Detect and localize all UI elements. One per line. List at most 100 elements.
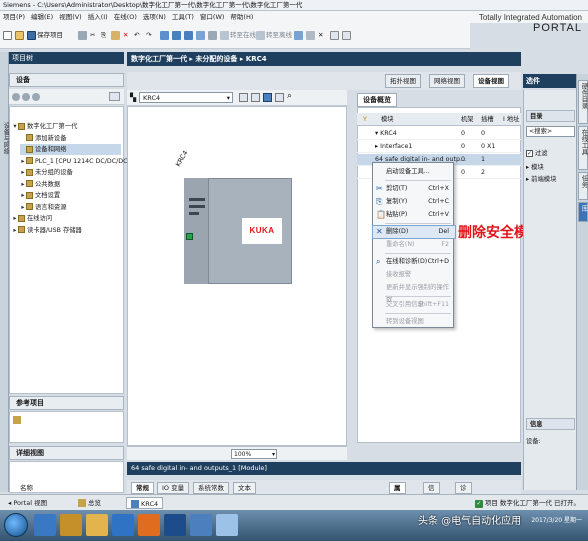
filter-checkbox[interactable]: ✓ 过滤 [526,148,575,157]
stop-icon[interactable] [208,29,218,41]
app-icon[interactable] [190,514,212,536]
device-select[interactable]: KRC4 ▾ [139,92,233,103]
menu-item[interactable]: 编辑(E) [31,13,53,21]
tree-node[interactable]: ▸ 公共数据 [20,179,121,190]
tree-node[interactable]: ▸ PLC_1 [CPU 1214C DC/DC/DC] [20,156,130,167]
menu-item[interactable]: 在线(O) [114,13,137,21]
taskbar-clock[interactable]: 2017/3/20 星期一 [531,516,582,525]
explorer-icon[interactable] [86,514,108,536]
context-menu-item[interactable]: ⌕ 在线和诊断(D) Ctrl+D [373,256,455,268]
tree-node[interactable]: ▾ 数字化工厂第一代 [12,121,121,132]
menu-item[interactable]: 视图(V) [59,13,82,21]
context-menu-item[interactable]: ⎘ 复制(Y) Ctrl+C [373,196,455,208]
info-header[interactable]: 信息 [526,418,575,430]
compile-icon[interactable] [160,29,170,41]
app-icon[interactable] [138,514,160,536]
tab-texts[interactable]: 文本 [233,482,256,494]
catalog-search-input[interactable]: <搜索> [526,126,575,137]
show-module-labels-icon[interactable] [263,93,272,102]
split-vertical-icon[interactable] [342,29,352,41]
catalog-item-module[interactable]: ▸ 模块 [526,162,575,171]
menu-item[interactable]: 项目(P) [3,13,25,21]
overview-row[interactable]: ▸ Interface1 0 0 X1 [357,141,521,153]
side-tab-hardware-catalog[interactable]: 硬件目录 [578,80,588,124]
zoom-select[interactable]: 100% ▾ [231,449,277,459]
ie-icon[interactable] [34,514,56,536]
menu-item[interactable]: 选项(N) [143,13,166,21]
tree-node[interactable]: ▸ 读卡器/USB 存储器 [12,225,121,236]
redo-icon[interactable]: ↷ [146,29,151,41]
upload-icon[interactable] [184,29,194,41]
tia-portal-icon[interactable] [164,514,186,536]
context-menu-item[interactable]: ✂ 剪切(T) Ctrl+X [373,183,455,195]
go-offline-button[interactable]: 转至离线 [256,29,292,41]
catalog-header[interactable]: 目录 [526,110,575,122]
cut-icon[interactable]: ✂ [90,29,95,41]
tree-node[interactable]: ▸ 在线访问 [12,213,121,224]
go-online-button[interactable]: 转至在线 [220,29,256,41]
app-icon[interactable] [112,514,134,536]
app-icon[interactable] [60,514,82,536]
catalog-item-front[interactable]: ▸ 前端模块 [526,174,575,183]
new-project-icon[interactable] [3,29,13,41]
tab-diagnostics[interactable]: 诊断 [455,482,472,503]
tree-node[interactable]: ▸ 语言和资源 [20,202,121,213]
forward-icon[interactable] [22,93,30,101]
devices-tab[interactable]: 设备 [9,73,124,87]
open-editor-krc4[interactable]: KRC4 [126,497,164,509]
side-tab-libraries[interactable]: 库 [578,202,588,222]
download-icon[interactable] [172,29,182,41]
menu-item[interactable]: 工具(T) [172,13,194,21]
col-slot[interactable]: 插槽 [481,113,494,126]
properties-icon[interactable] [239,93,248,102]
show-page-breaks-icon[interactable] [275,93,284,102]
copy-icon[interactable]: ⎘ [101,29,106,41]
menu-item[interactable]: 帮助(H) [230,13,253,21]
context-menu-item[interactable]: 📋 粘贴(P) Ctrl+V [373,209,455,221]
profinet-port[interactable] [186,233,193,240]
split-view-icon[interactable] [251,93,260,102]
side-tab-tasks[interactable]: 任务 [578,172,588,200]
tab-network-view[interactable]: 网络视图 [429,74,465,88]
zoom-icon[interactable]: ⌕ [287,91,292,101]
side-tab-online-tools[interactable]: 在线工具 [578,126,588,170]
col-module[interactable]: 模块 [381,113,394,126]
tree-node[interactable]: ▸ 未分组的设备 [20,167,121,178]
context-menu-item[interactable]: ✕ 删除(D) Del [372,225,456,239]
tab-device-view[interactable]: 设备视图 [473,74,509,88]
tree-node[interactable]: 设备和网络 [20,144,121,155]
portal-view-button[interactable]: ◂ Portal 视图 [8,497,47,509]
overview-button[interactable]: 总览 [78,497,101,509]
home-icon[interactable] [32,93,40,101]
paste-icon[interactable] [111,29,121,41]
menu-item[interactable]: 插入(I) [88,13,108,21]
menu-item[interactable]: 窗口(W) [200,13,225,21]
reference-projects-header[interactable]: 参考项目 [9,396,124,410]
tree-node[interactable]: 添加新设备 [20,133,121,144]
device-overview-tab[interactable]: 设备概览 [357,93,397,107]
accessible-devices-icon[interactable] [294,29,304,41]
start-button[interactable] [4,513,28,537]
back-icon[interactable] [12,93,20,101]
tab-topology-view[interactable]: 拓扑视图 [385,74,421,88]
tab-io-tags[interactable]: IO 变量 [157,482,190,494]
print-icon[interactable] [78,29,88,41]
open-project-icon[interactable] [15,29,25,41]
overview-row[interactable]: ▾ KRC4 0 0 [357,128,521,140]
device-slot-area[interactable] [184,178,209,284]
split-horizontal-icon[interactable] [330,29,340,41]
col-i-address[interactable]: I 地址 [503,113,519,126]
filter-icon[interactable]: Y [363,113,367,126]
tab-system-constants[interactable]: 系统常数 [193,482,229,494]
tab-info[interactable]: 信息 [423,482,440,503]
app-icon[interactable] [216,514,238,536]
tab-properties[interactable]: 属性 [389,482,406,503]
close-toolbar-icon[interactable]: ✕ [318,29,323,41]
tab-general[interactable]: 常规 [131,482,154,494]
simulation-icon[interactable] [196,29,206,41]
delete-icon[interactable]: ✕ [123,29,128,41]
tree-node[interactable]: ▸ 文档设置 [20,190,121,201]
save-project-button[interactable]: 保存项目 [27,29,63,41]
context-menu-item[interactable]: 启动设备工具... [373,166,455,178]
col-rack[interactable]: 机架 [461,113,474,126]
